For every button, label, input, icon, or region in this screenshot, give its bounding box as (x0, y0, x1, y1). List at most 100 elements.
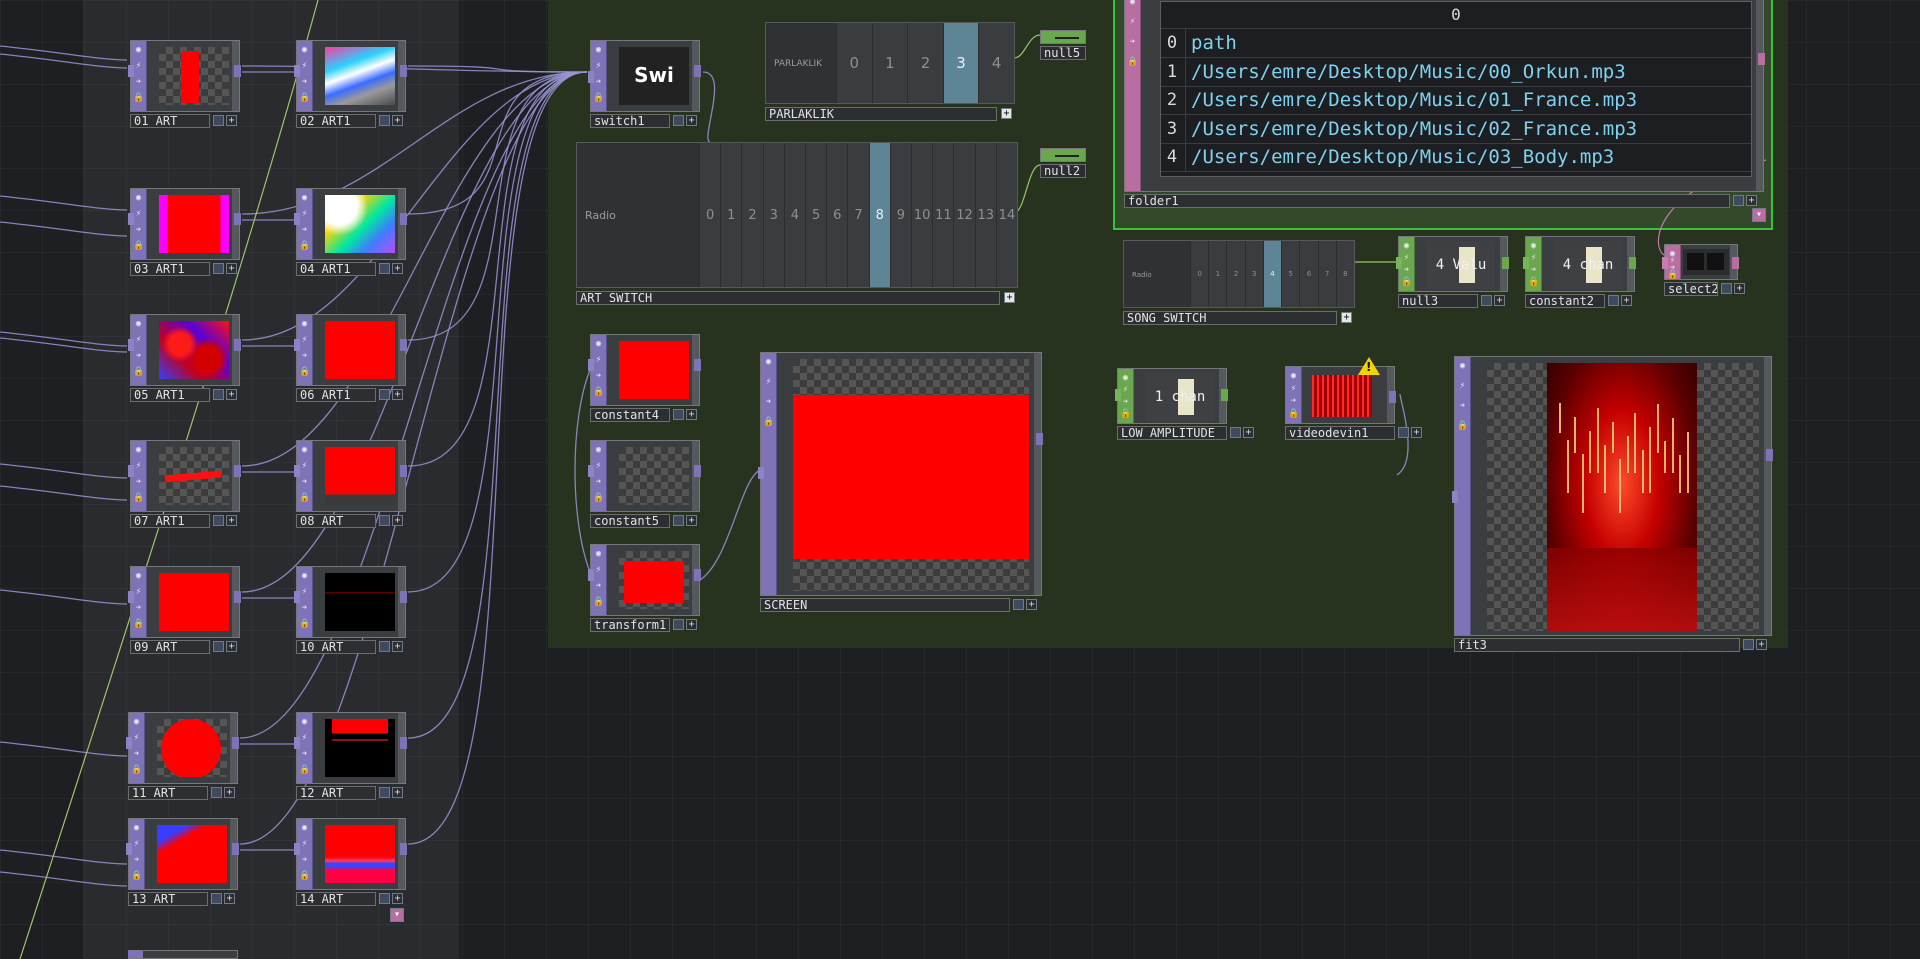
art-13-output-port[interactable] (232, 843, 239, 855)
song-switch-name-label[interactable]: SONG_SWITCH (1123, 311, 1337, 325)
art-4-frame[interactable]: ◉ ⚡ ➔ 🔒 (294, 188, 407, 260)
viewer-toggle-icon[interactable]: ◉ (133, 319, 144, 330)
art-5-frame[interactable]: ◉ ⚡ ➔ 🔒 (128, 314, 241, 386)
art-12-name-label[interactable]: 12_ART (296, 786, 376, 800)
cook-icon[interactable]: ➔ (131, 855, 142, 866)
art-1-frame[interactable]: ◉ ⚡ ➔ 🔒 (128, 40, 241, 112)
art-switch-option[interactable]: 14 (995, 143, 1017, 287)
viewer-toggle-icon[interactable]: ◉ (131, 717, 142, 728)
art-switch-option[interactable]: 1 (720, 143, 741, 287)
art-9-preview[interactable] (159, 573, 229, 631)
art-14-frame[interactable]: ◉ ⚡ ➔ 🔒 (294, 818, 407, 890)
cook-icon[interactable]: ➔ (299, 477, 310, 488)
transform1-output-port[interactable] (694, 569, 701, 581)
art-13-viewer-button[interactable] (211, 893, 222, 904)
warning-icon[interactable]: ! (1358, 357, 1380, 375)
art-14-node[interactable]: ◉ ⚡ ➔ 🔒 14_ART + (294, 818, 407, 906)
bypass-icon[interactable]: ⚡ (133, 209, 144, 220)
viewer-toggle-icon[interactable]: ◉ (299, 571, 310, 582)
song-switch-option[interactable]: 4 (1262, 241, 1282, 307)
parlaklik-option[interactable]: 4 (978, 23, 1014, 103)
art-4-output-port[interactable] (400, 213, 407, 225)
bypass-icon[interactable]: ⚡ (299, 587, 310, 598)
constant4-output-port[interactable] (694, 359, 701, 371)
art-switch-option[interactable]: 7 (847, 143, 868, 287)
low-amplitude-frame[interactable]: ◉ ⚡ ➔ 🔒 1 chan (1115, 368, 1228, 424)
bypass-icon[interactable]: ⚡ (1457, 381, 1468, 392)
art-11-node[interactable]: ◉ ⚡ ➔ 🔒 11_ART + (126, 712, 239, 800)
screen-preview[interactable] (793, 359, 1029, 591)
switch1-frame[interactable]: ◉ ⚡ ➔ 🔒 Swi (588, 40, 701, 112)
viewer-toggle-icon[interactable]: ◉ (593, 549, 604, 560)
bypass-icon[interactable]: ⚡ (763, 377, 774, 388)
song-switch-option[interactable]: 7 (1317, 241, 1336, 307)
song-switch-panel[interactable]: Radio 0 1 2 3 4 5 6 7 8 (1123, 240, 1355, 308)
viewer-toggle-icon[interactable]: ◉ (299, 445, 310, 456)
select2-output-port[interactable] (1732, 257, 1739, 269)
fit3-name-label[interactable]: fit3 (1454, 638, 1740, 652)
constant4-viewer-button[interactable] (673, 409, 684, 420)
folder1-expand-handle[interactable]: ▾ (1752, 208, 1766, 222)
art-2-preview[interactable] (325, 47, 395, 105)
art-3-frame[interactable]: ◉ ⚡ ➔ 🔒 (128, 188, 241, 260)
transform1-preview[interactable] (619, 551, 689, 609)
art-switch-name-label[interactable]: ART_SWITCH (576, 291, 1000, 305)
art-9-name-label[interactable]: 09_ART (130, 640, 210, 654)
cook-icon[interactable]: ➔ (133, 225, 144, 236)
art-11-name-label[interactable]: 11_ART (128, 786, 208, 800)
constant5-input-port[interactable] (588, 465, 594, 477)
art-1-name-label[interactable]: 01_ART (130, 114, 210, 128)
viewer-toggle-icon[interactable]: ◉ (299, 193, 310, 204)
videodevin1-name-label[interactable]: videodevin1 (1285, 426, 1395, 440)
screen-node[interactable]: ◉ ⚡ ➔ 🔒 SCREEN + (758, 352, 1043, 612)
art-13-frame[interactable]: ◉ ⚡ ➔ 🔒 (126, 818, 239, 890)
bypass-icon[interactable]: ⚡ (133, 61, 144, 72)
art-4-viewer-button[interactable] (379, 263, 390, 274)
plus-icon[interactable]: + (226, 641, 237, 652)
table-row[interactable]: 4/Users/emre/Desktop/Music/03_Body.mp3 (1161, 143, 1751, 172)
lock-icon[interactable]: 🔒 (593, 493, 604, 504)
null3-input-port[interactable] (1396, 257, 1402, 269)
art-13-preview[interactable] (157, 825, 227, 883)
null2-node[interactable]: null2 (1040, 148, 1086, 178)
cook-icon[interactable]: ➔ (131, 749, 142, 760)
art-switch-node[interactable]: Radio 0 1 2 3 4 5 6 7 8 9 10 11 12 13 14 ART_SWITCH + (576, 142, 1018, 306)
null3-channel-view[interactable]: 4 Valu (1427, 241, 1495, 289)
constant2-frame[interactable]: ◉ ⚡ ➔ 🔒 4 chan (1523, 236, 1636, 292)
plus-icon[interactable]: + (226, 263, 237, 274)
plus-icon[interactable]: + (1621, 295, 1632, 306)
transform1-viewer-button[interactable] (673, 619, 684, 630)
lock-icon[interactable]: 🔒 (299, 367, 310, 378)
art-2-viewer-button[interactable] (379, 115, 390, 126)
lock-icon[interactable]: 🔒 (1120, 409, 1131, 420)
viewer-toggle-icon[interactable]: ◉ (299, 823, 310, 834)
constant4-preview[interactable] (619, 341, 689, 399)
bypass-icon[interactable]: ⚡ (593, 565, 604, 576)
plus-icon[interactable]: + (686, 515, 697, 526)
art-12-viewer-button[interactable] (379, 787, 390, 798)
constant2-output-port[interactable] (1629, 257, 1636, 269)
constant5-node[interactable]: ◉ ⚡ ➔ 🔒 constant5 + (588, 440, 701, 528)
null3-name-label[interactable]: null3 (1398, 294, 1478, 308)
art-switch-option[interactable]: 6 (826, 143, 847, 287)
art-switch-option[interactable]: 3 (762, 143, 784, 287)
cook-icon[interactable]: ➔ (299, 77, 310, 88)
plus-icon[interactable]: + (1746, 195, 1757, 206)
network-canvas[interactable]: ◉ ⚡ ➔ 🔒 01_ART + ◉ ⚡ ➔ 🔒 02_ART1 + ◉ ⚡ ➔ 🔒 03_ART1 + ◉ ⚡ ➔ 🔒 0… (0, 0, 1920, 959)
art-8-input-port[interactable] (294, 465, 300, 477)
transform1-node[interactable]: ◉ ⚡ ➔ 🔒 transform1 + (588, 544, 701, 632)
null2-frame[interactable] (1040, 148, 1086, 162)
art-14-preview[interactable] (325, 825, 395, 883)
constant4-name-label[interactable]: constant4 (590, 408, 670, 422)
cook-icon[interactable]: ➔ (1401, 265, 1412, 276)
bypass-icon[interactable]: ⚡ (131, 839, 142, 850)
lock-icon[interactable]: 🔒 (299, 93, 310, 104)
art-14-viewer-button[interactable] (379, 893, 390, 904)
parlaklik-option[interactable]: 3 (942, 23, 979, 103)
song-switch-option[interactable]: 2 (1226, 241, 1244, 307)
bypass-icon[interactable]: ⚡ (299, 61, 310, 72)
null2-name-label[interactable]: null2 (1040, 164, 1086, 178)
bypass-icon[interactable]: ⚡ (133, 335, 144, 346)
transform1-name-label[interactable]: transform1 (590, 618, 670, 632)
null5-name-label[interactable]: null5 (1040, 46, 1086, 60)
